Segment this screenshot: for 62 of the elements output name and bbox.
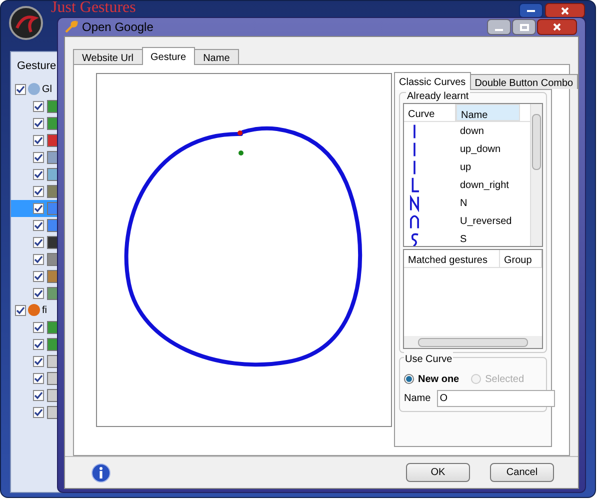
checkbox[interactable] <box>33 356 44 366</box>
info-icon[interactable] <box>91 462 111 482</box>
dialog-button[interactable]: OK <box>406 463 470 482</box>
name-input-field[interactable]: O <box>436 390 555 407</box>
checkbox[interactable] <box>33 100 44 112</box>
tab[interactable]: Double Button Combo <box>470 74 578 89</box>
curve-thumbnail-icon <box>408 194 421 212</box>
checkbox[interactable] <box>33 202 44 214</box>
tab[interactable]: Name <box>194 49 239 64</box>
minimize-button[interactable] <box>519 3 543 18</box>
radio-label[interactable]: New one <box>418 372 460 386</box>
curve-thumbnail-icon <box>408 212 421 230</box>
checkbox[interactable] <box>33 220 44 230</box>
radio-button[interactable] <box>404 374 414 384</box>
tab[interactable]: Gesture <box>142 47 196 65</box>
list-item[interactable]: up_down <box>456 142 501 156</box>
list-item[interactable]: down <box>456 124 484 138</box>
tab[interactable]: Website Url <box>73 49 142 64</box>
column-header[interactable]: Name <box>456 104 520 121</box>
checkbox[interactable] <box>33 236 44 248</box>
column-header[interactable]: Matched gestures <box>404 250 500 267</box>
tree-item-label[interactable]: Gl <box>42 82 52 96</box>
list-item[interactable]: N <box>456 196 468 210</box>
dialog-button[interactable]: Cancel <box>490 463 554 482</box>
checkbox[interactable] <box>33 390 44 400</box>
checkbox[interactable] <box>33 406 44 418</box>
column-header[interactable]: Group <box>500 250 542 267</box>
tree-item-label[interactable]: fi <box>42 302 47 318</box>
checkbox[interactable] <box>15 84 26 94</box>
group-title: Already learnt <box>406 91 470 103</box>
tab[interactable]: Classic Curves <box>394 72 471 90</box>
list-item[interactable]: down_right <box>456 178 509 192</box>
checkbox[interactable] <box>15 304 26 316</box>
panel-label: Gesture <box>16 59 58 74</box>
close-icon <box>561 6 569 14</box>
horizontal-scrollbar[interactable] <box>404 336 542 348</box>
browser-icon <box>28 304 40 316</box>
globe-icon <box>28 83 40 95</box>
field-label: Name <box>404 392 431 406</box>
checkbox[interactable] <box>33 118 44 128</box>
maximize-button[interactable] <box>512 19 536 35</box>
list-item[interactable]: up <box>456 160 472 174</box>
checkbox[interactable] <box>33 168 44 180</box>
checkbox[interactable] <box>33 254 44 264</box>
window-title: Just Gestures <box>51 0 136 16</box>
close-icon <box>553 23 561 31</box>
logo-icon <box>9 6 43 40</box>
close-button[interactable] <box>545 3 585 18</box>
wrench-icon <box>64 20 78 34</box>
checkbox[interactable] <box>33 270 44 282</box>
vertical-scrollbar[interactable] <box>530 104 542 246</box>
dialog-title: Open Google <box>82 19 154 36</box>
checkbox[interactable] <box>33 322 44 332</box>
checkbox[interactable] <box>33 186 44 196</box>
checkbox[interactable] <box>33 338 44 350</box>
close-button[interactable] <box>537 19 577 35</box>
checkbox[interactable] <box>33 288 44 298</box>
checkbox[interactable] <box>33 134 44 146</box>
checkbox[interactable] <box>33 372 44 384</box>
checkbox[interactable] <box>33 152 44 162</box>
list-item[interactable]: U_reversed <box>456 214 512 228</box>
list-item[interactable]: S <box>456 232 467 246</box>
